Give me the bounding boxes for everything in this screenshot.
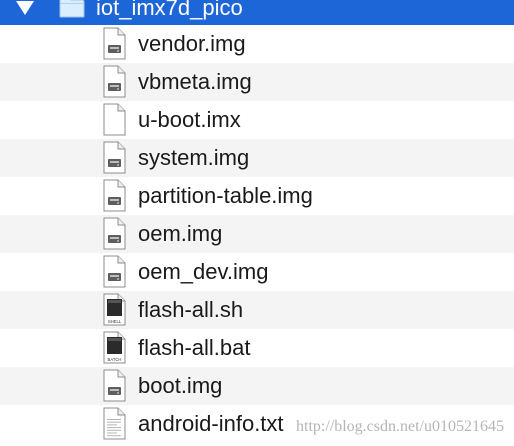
- file-row[interactable]: BATCH flash-all.bat: [0, 329, 514, 367]
- disk-image-icon: [103, 141, 126, 174]
- file-name: oem.img: [138, 221, 223, 246]
- disk-image-icon: [103, 179, 126, 212]
- svg-text:SHELL: SHELL: [108, 319, 122, 324]
- file-name: u-boot.imx: [138, 107, 241, 132]
- folder-row[interactable]: iot_imx7d_pico: [0, 0, 514, 25]
- disk-image-icon: [103, 65, 126, 98]
- disk-image-icon: [103, 255, 126, 288]
- file-name: system.img: [138, 145, 250, 170]
- file-row[interactable]: oem.img: [0, 215, 514, 253]
- file-row[interactable]: u-boot.imx: [0, 101, 514, 139]
- file-row[interactable]: oem_dev.img: [0, 253, 514, 291]
- disk-image-icon: [103, 369, 126, 402]
- file-name: vendor.img: [138, 31, 246, 56]
- file-row[interactable]: vbmeta.img: [0, 63, 514, 101]
- file-name: android-info.txt: [138, 411, 284, 436]
- file-name: flash-all.bat: [138, 335, 251, 360]
- file-name: flash-all.sh: [138, 297, 244, 322]
- svg-text:BATCH: BATCH: [108, 357, 122, 362]
- file-row[interactable]: system.img: [0, 139, 514, 177]
- file-name: vbmeta.img: [138, 69, 252, 94]
- shell-script-icon: SHELL: [103, 293, 126, 326]
- blank-document-icon: [103, 103, 126, 136]
- disclosure-triangle-icon[interactable]: [16, 1, 34, 15]
- file-row[interactable]: boot.img: [0, 367, 514, 405]
- watermark-text: http://blog.csdn.net/u010521645: [296, 418, 504, 435]
- disk-image-icon: [103, 27, 126, 60]
- file-row[interactable]: SHELL flash-all.sh: [0, 291, 514, 329]
- disk-image-icon: [103, 217, 126, 250]
- folder-icon: [59, 0, 85, 18]
- batch-file-icon: BATCH: [103, 331, 126, 364]
- text-document-icon: [103, 407, 126, 440]
- file-name: boot.img: [138, 373, 223, 398]
- file-row[interactable]: vendor.img: [0, 25, 514, 63]
- file-list: iot_imx7d_pico vendor.img vbmeta.img u-boo…: [0, 0, 514, 446]
- folder-name: iot_imx7d_pico: [96, 0, 243, 20]
- file-name: oem_dev.img: [138, 259, 269, 284]
- file-name: partition-table.img: [138, 183, 313, 208]
- file-row[interactable]: partition-table.img: [0, 177, 514, 215]
